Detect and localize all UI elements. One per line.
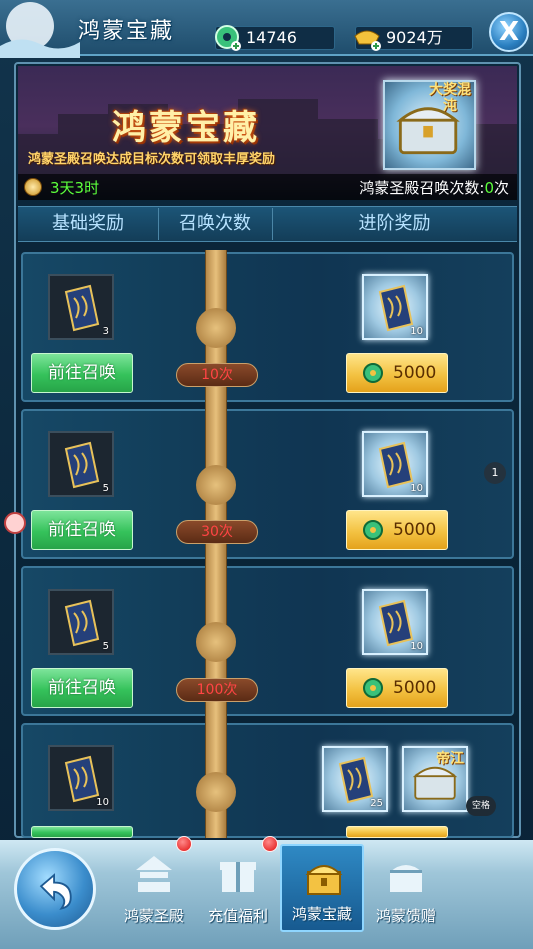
tab-label: 充值福利 (207, 907, 268, 925)
scroll-item-icon (378, 284, 414, 332)
banner-title: 鸿蒙宝藏 (112, 108, 260, 148)
buy-advanced-button[interactable]: 5000 (346, 510, 448, 550)
scroll-item-icon (378, 599, 414, 647)
summon-target: 10次 (176, 363, 258, 387)
item-quantity: 10 (410, 326, 423, 337)
banner-subtitle: 鸿蒙圣殿召唤达成目标次数可领取丰厚奖励 (28, 152, 276, 167)
column-summon-count: 召唤次数 (179, 213, 251, 234)
jade-amount: 14746 (246, 28, 297, 47)
advanced-reward-item[interactable]: 25 (322, 746, 388, 812)
go-summon-button[interactable]: 前往召唤 (31, 353, 133, 393)
back-arrow-icon (39, 873, 72, 910)
summon-target: 30次 (176, 520, 258, 544)
item-quantity: 10 (410, 641, 423, 652)
advanced-reward-item[interactable]: 10 (362, 274, 428, 340)
summon-count-value: 0 (484, 179, 494, 197)
top-bar: 鸿蒙宝藏 14746 9024万 X (0, 0, 533, 58)
summon-count-label: 鸿蒙圣殿召唤次数: (359, 179, 485, 197)
item-quantity: 10 (96, 797, 109, 808)
scroll-item-icon (64, 441, 100, 489)
item-quantity: 10 (410, 483, 423, 494)
red-dot-notification (262, 836, 278, 852)
column-basic-reward: 基础奖励 (52, 213, 124, 234)
item-quantity: 5 (102, 641, 109, 652)
item-tag: 空格 (466, 796, 496, 816)
red-dot-notification (176, 836, 192, 852)
summon-target: 100次 (176, 678, 258, 702)
scroll-item-icon (64, 755, 100, 803)
tab-hongmeng-temple[interactable]: 鸿蒙圣殿 (112, 844, 196, 932)
buy-advanced-button[interactable] (346, 826, 448, 838)
chest-icon (390, 865, 422, 892)
go-summon-button[interactable]: 前往召唤 (31, 510, 133, 550)
gift-box-icon (220, 862, 256, 892)
buy-advanced-button[interactable]: 5000 (346, 353, 448, 393)
basic-reward-item[interactable]: 3 (48, 274, 114, 340)
scroll-item-icon (64, 284, 100, 332)
scroll-item-icon (378, 441, 414, 489)
temple-icon (136, 856, 172, 892)
price-label: 5000 (393, 520, 437, 540)
buy-advanced-button[interactable]: 5000 (346, 668, 448, 708)
gold-amount: 9024万 (386, 28, 443, 47)
basic-reward-item[interactable]: 5 (48, 431, 114, 497)
item-quantity: 5 (102, 483, 109, 494)
tab-label: 鸿蒙馈赠 (375, 907, 436, 925)
grand-prize-tag: 大奖混沌 (429, 82, 471, 114)
item-quantity: 3 (102, 326, 109, 337)
track-node (196, 772, 236, 812)
clock-icon (24, 178, 42, 196)
basic-reward-item[interactable]: 10 (48, 745, 114, 811)
price-label: 5000 (393, 363, 437, 383)
jade-icon (363, 363, 383, 383)
scroll-item-icon (64, 599, 100, 647)
column-advanced-reward: 进阶奖励 (358, 213, 431, 234)
price-label: 5000 (393, 678, 437, 698)
countdown-timer: 3天3时 (50, 179, 100, 197)
go-summon-button[interactable] (31, 826, 133, 838)
track-node (196, 622, 236, 662)
jade-currency: 14746 (215, 25, 335, 51)
grand-prize-chest[interactable]: 大奖混沌 (383, 80, 476, 170)
gold-currency: 9024万 (354, 26, 473, 51)
notification-badge[interactable]: 1 (484, 462, 506, 484)
close-button[interactable]: X (489, 12, 529, 52)
gamepad-float-icon[interactable] (4, 512, 26, 534)
jade-icon (215, 25, 241, 51)
chest-name: 帝江 (436, 751, 464, 767)
treasure-chest-icon (305, 865, 343, 895)
page-title: 鸿蒙宝藏 (78, 19, 175, 44)
go-summon-button[interactable]: 前往召唤 (31, 668, 133, 708)
back-button[interactable] (14, 848, 96, 930)
tab-recharge-benefits[interactable]: 充值福利 (196, 844, 280, 932)
tab-label: 鸿蒙圣殿 (123, 907, 184, 925)
jade-icon (363, 520, 383, 540)
scroll-item-icon (338, 756, 374, 804)
basic-reward-item[interactable]: 5 (48, 589, 114, 655)
advanced-reward-item[interactable]: 10 (362, 431, 428, 497)
advanced-reward-chest[interactable]: 帝江 (402, 746, 468, 812)
advanced-reward-item[interactable]: 10 (362, 589, 428, 655)
summon-count-unit: 次 (493, 179, 509, 197)
tab-hongmeng-gifts[interactable]: 鸿蒙馈赠 (364, 844, 448, 932)
track-node (196, 308, 236, 348)
gold-ingot-icon (354, 30, 381, 51)
jade-icon (363, 678, 383, 698)
item-quantity: 25 (370, 798, 383, 809)
tab-hongmeng-treasure[interactable]: 鸿蒙宝藏 (280, 844, 364, 932)
tab-label: 鸿蒙宝藏 (291, 905, 352, 923)
track-node (196, 465, 236, 505)
summon-count: 鸿蒙圣殿召唤次数:0次 (359, 177, 509, 198)
moon-cloud-icon (0, 2, 80, 58)
